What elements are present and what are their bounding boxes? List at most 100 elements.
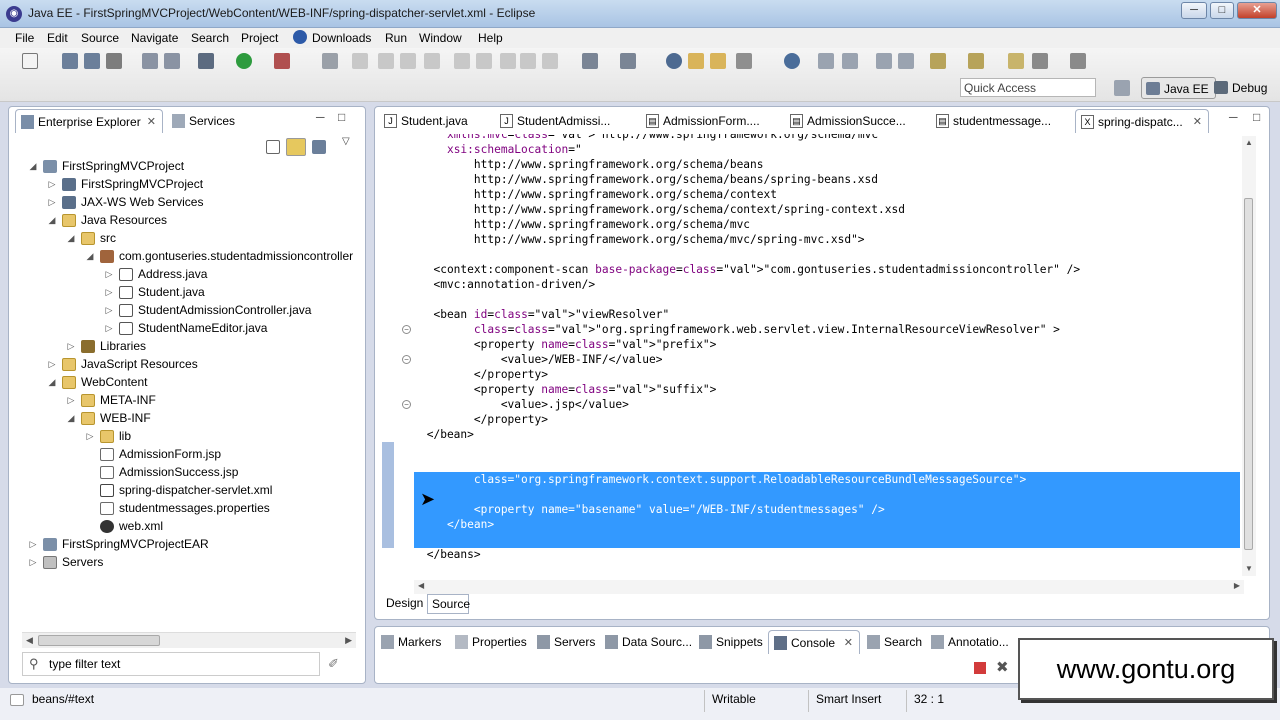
minimize-editor-icon[interactable]: ─: [1229, 110, 1238, 124]
editor-vertical-scrollbar[interactable]: ▲ ▼: [1242, 136, 1256, 576]
expand-icon[interactable]: ▷: [104, 269, 114, 280]
scroll-left-icon[interactable]: ◀: [418, 581, 424, 590]
explorer-horizontal-scrollbar[interactable]: ◀ ▶: [22, 632, 356, 648]
menu-downloads[interactable]: Downloads: [312, 31, 371, 45]
perspective-java-ee[interactable]: Java EE: [1141, 77, 1216, 99]
tree-item[interactable]: spring-dispatcher-servlet.xml: [85, 482, 356, 500]
expand-icon[interactable]: ▷: [85, 431, 95, 442]
open-perspective-icon[interactable]: [1114, 80, 1130, 96]
tree-item[interactable]: ▷ StudentAdmissionController.java: [104, 302, 356, 320]
tree-item[interactable]: ▷ FirstSpringMVCProject: [47, 176, 356, 194]
tab-servers[interactable]: Servers: [532, 630, 598, 654]
expand-icon[interactable]: ▷: [104, 323, 114, 334]
menu-file[interactable]: File: [15, 31, 34, 45]
tree-item[interactable]: ◢ FirstSpringMVCProject: [28, 158, 356, 176]
view-menu-icon[interactable]: ▽: [342, 136, 350, 147]
perspective-debug[interactable]: Debug: [1210, 77, 1273, 99]
skip-breakpoints-icon[interactable]: [322, 53, 338, 69]
code-editor[interactable]: xmlns:mvc=class="val">"http://www.spring…: [380, 134, 1240, 578]
close-tab-icon[interactable]: ✕: [1193, 115, 1202, 128]
tree-item[interactable]: ▷ Servers: [28, 554, 356, 572]
scroll-thumb[interactable]: [38, 635, 160, 646]
tree-item[interactable]: ▷ Address.java: [104, 266, 356, 284]
disconnect-icon[interactable]: [424, 53, 440, 69]
tab-snippets[interactable]: Snippets: [694, 630, 766, 654]
tree-item[interactable]: ▷ JavaScript Resources: [47, 356, 356, 374]
drop-to-frame-icon[interactable]: [520, 53, 536, 69]
expand-icon[interactable]: ▷: [47, 179, 57, 190]
run-icon[interactable]: [236, 53, 252, 69]
scroll-thumb[interactable]: [1244, 198, 1253, 550]
tab-admission-success[interactable]: ▤ AdmissionSucce...: [785, 109, 925, 133]
save-icon[interactable]: [62, 53, 78, 69]
tab-enterprise-explorer[interactable]: Enterprise Explorer ✕: [15, 109, 163, 133]
clear-filter-icon[interactable]: ✐: [328, 656, 339, 672]
pin-icon[interactable]: [842, 53, 858, 69]
quick-access-input[interactable]: Quick Access: [960, 78, 1096, 97]
print-icon[interactable]: [106, 53, 122, 69]
maximize-view-icon[interactable]: □: [338, 110, 345, 124]
minimize-button[interactable]: ─: [1181, 2, 1207, 19]
scroll-right-icon[interactable]: ▶: [345, 635, 352, 646]
step-return-icon[interactable]: [500, 53, 516, 69]
tree-item[interactable]: ◢ Java Resources: [47, 212, 356, 230]
menu-window[interactable]: Window: [419, 31, 462, 45]
tab-admission-form[interactable]: ▤ AdmissionForm....: [641, 109, 777, 133]
tab-services[interactable]: Services: [167, 109, 247, 133]
new-icon[interactable]: [22, 53, 38, 69]
tab-data-source[interactable]: Data Sourc...: [600, 630, 694, 654]
annotation-icon[interactable]: [876, 53, 892, 69]
expand-icon[interactable]: ▷: [47, 197, 57, 208]
tree-item[interactable]: ▷ META-INF: [66, 392, 356, 410]
new-class-icon[interactable]: [620, 53, 636, 69]
menu-edit[interactable]: Edit: [47, 31, 68, 45]
tab-student-admission-controller[interactable]: J StudentAdmissi...: [495, 109, 635, 133]
scroll-up-icon[interactable]: ▲: [1245, 138, 1253, 147]
collapse-icon[interactable]: ◢: [47, 215, 57, 226]
use-step-filters-icon[interactable]: [542, 53, 558, 69]
terminate-console-icon[interactable]: [974, 662, 986, 674]
open-task-icon[interactable]: [688, 53, 704, 69]
fold-icon[interactable]: −: [402, 325, 411, 334]
minimize-view-icon[interactable]: ─: [316, 110, 325, 124]
tab-design[interactable]: Design: [384, 594, 430, 614]
fold-icon[interactable]: −: [402, 355, 411, 364]
mark-occurrences-icon[interactable]: [898, 53, 914, 69]
tree-item[interactable]: web.xml: [85, 518, 356, 536]
fold-icon[interactable]: −: [402, 400, 411, 409]
menu-help[interactable]: Help: [478, 31, 503, 45]
collapse-icon[interactable]: ◢: [66, 413, 76, 424]
expand-icon[interactable]: ▷: [47, 359, 57, 370]
tab-markers[interactable]: Markers: [376, 630, 448, 654]
tree-item[interactable]: ◢ WebContent: [47, 374, 356, 392]
tab-student-java[interactable]: J Student.java: [379, 109, 489, 133]
collapse-icon[interactable]: ◢: [85, 251, 95, 262]
tree-item[interactable]: studentmessages.properties: [85, 500, 356, 518]
remove-launch-icon[interactable]: ✖: [996, 658, 1009, 676]
scroll-right-icon[interactable]: ▶: [1234, 581, 1240, 590]
filter-input[interactable]: ⚲ type filter text: [22, 652, 320, 676]
new-java-project-icon[interactable]: [582, 53, 598, 69]
tree-item[interactable]: AdmissionForm.jsp: [85, 446, 356, 464]
close-tab-icon[interactable]: ✕: [844, 636, 853, 649]
save-all-icon[interactable]: [84, 53, 100, 69]
menu-search[interactable]: Search: [191, 31, 229, 45]
tree-item[interactable]: ▷ Student.java: [104, 284, 356, 302]
open-folder-icon[interactable]: [710, 53, 726, 69]
link-with-editor-icon[interactable]: [286, 138, 306, 156]
collapse-icon[interactable]: ◢: [28, 161, 38, 172]
tab-source[interactable]: Source: [427, 594, 470, 614]
close-button[interactable]: ✕: [1237, 2, 1277, 19]
collapse-all-icon[interactable]: [266, 140, 280, 154]
tab-student-messages[interactable]: ▤ studentmessage...: [931, 109, 1071, 133]
menu-source[interactable]: Source: [81, 31, 119, 45]
debug-icon[interactable]: [198, 53, 214, 69]
close-tab-icon[interactable]: ✕: [147, 115, 156, 128]
tree-item[interactable]: AdmissionSuccess.jsp: [85, 464, 356, 482]
external-tools-icon[interactable]: [274, 53, 290, 69]
tab-properties[interactable]: Properties: [450, 630, 530, 654]
globe-icon[interactable]: [784, 53, 800, 69]
publish-icon[interactable]: [164, 53, 180, 69]
collapse-icon[interactable]: ◢: [47, 377, 57, 388]
tree-item[interactable]: ▷ Libraries: [66, 338, 356, 356]
